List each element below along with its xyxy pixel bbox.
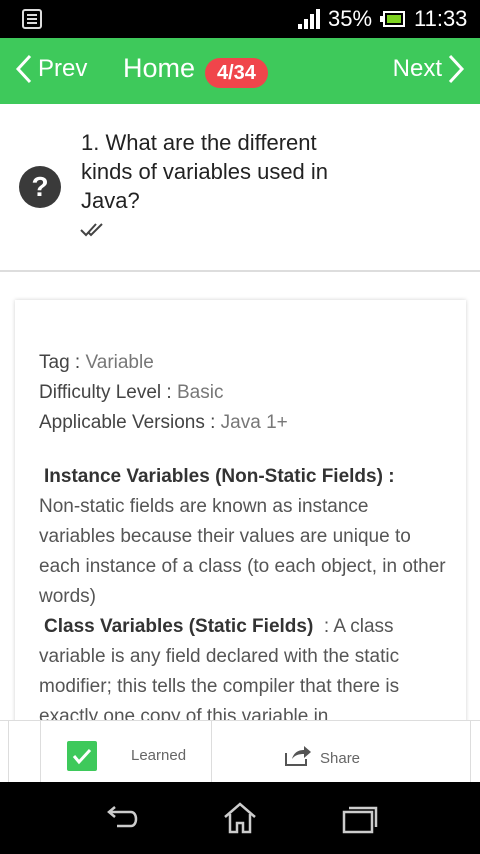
next-label: Next [392, 55, 442, 82]
class-variables-heading: Class Variables (Static Fields) [44, 616, 314, 637]
learned-checkbox[interactable] [67, 741, 97, 771]
versions-value: Java 1+ [220, 412, 288, 433]
question-header: ? 1. What are the different kinds of var… [0, 104, 480, 272]
question-icon: ? [19, 166, 61, 208]
answer-text: Instance Variables (Non-Static Fields) :… [39, 462, 449, 732]
clock: 11:33 [414, 6, 468, 31]
instance-variables-heading: Instance Variables (Non-Static Fields) : [44, 466, 395, 487]
share-icon[interactable] [284, 745, 312, 767]
answer-card: Tag : Variable Difficulty Level : Basic … [15, 300, 466, 740]
recents-icon[interactable] [341, 800, 379, 836]
tag-row: Tag : Variable [39, 348, 288, 378]
checkmark-icon [72, 748, 92, 765]
battery-percent: 35% [328, 6, 373, 31]
difficulty-value: Basic [176, 382, 224, 403]
home-icon[interactable] [222, 800, 258, 836]
prev-button[interactable]: Prev [14, 54, 87, 84]
signal-icon [298, 9, 320, 29]
prev-label: Prev [38, 55, 88, 82]
difficulty-row: Difficulty Level : Basic [39, 378, 288, 408]
system-nav-bar [0, 782, 480, 854]
question-meta: Tag : Variable Difficulty Level : Basic … [39, 348, 288, 438]
question-counter-badge: 4/34 [205, 58, 268, 88]
bottom-action-bar: Learned Share [0, 720, 480, 783]
top-nav-bar: Prev Home 4/34 Next [0, 38, 480, 104]
tag-label: Tag : [39, 352, 86, 373]
home-title[interactable]: Home [123, 53, 195, 84]
versions-label: Applicable Versions : [39, 412, 221, 433]
versions-row: Applicable Versions : Java 1+ [39, 408, 288, 438]
double-check-icon [80, 223, 103, 237]
notification-icon [22, 9, 42, 29]
instance-variables-text: Non-static fields are known as instance … [39, 496, 446, 607]
learned-label[interactable]: Learned [131, 747, 186, 764]
chevron-left-icon [15, 54, 32, 84]
tag-value: Variable [85, 352, 154, 373]
share-label[interactable]: Share [320, 750, 360, 767]
difficulty-label: Difficulty Level : [39, 382, 177, 403]
question-text: 1. What are the different kinds of varia… [81, 130, 329, 213]
next-button[interactable]: Next [393, 54, 466, 84]
chevron-right-icon [448, 54, 465, 84]
battery-icon [380, 11, 405, 27]
status-bar: 35% 11:33 [0, 0, 480, 38]
back-icon[interactable] [103, 800, 139, 836]
